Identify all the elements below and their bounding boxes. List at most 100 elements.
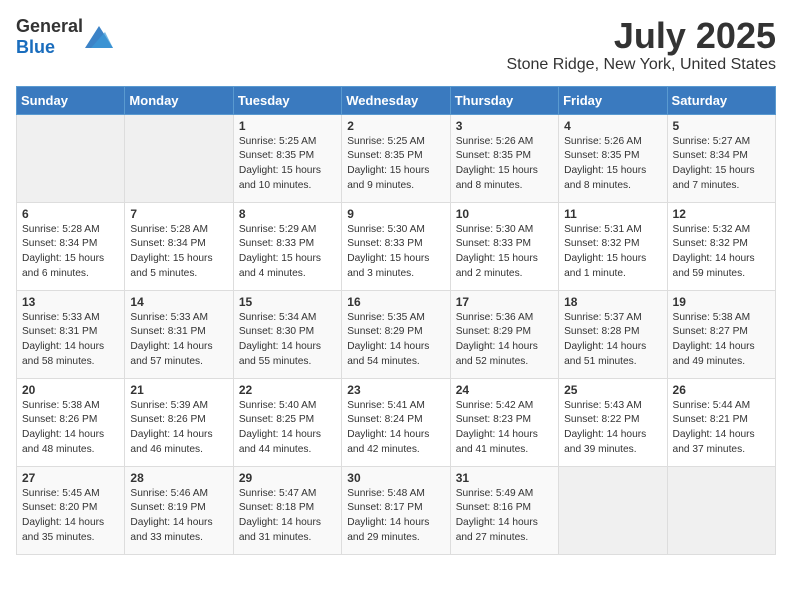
sunset-text: Sunset: 8:23 PM (456, 414, 531, 425)
calendar-cell: 6 Sunrise: 5:28 AM Sunset: 8:34 PM Dayli… (17, 202, 125, 290)
calendar-cell: 4 Sunrise: 5:26 AM Sunset: 8:35 PM Dayli… (559, 114, 667, 202)
calendar-cell (667, 466, 775, 554)
day-info: Sunrise: 5:41 AM Sunset: 8:24 PM Dayligh… (347, 399, 444, 458)
calendar-week-row: 20 Sunrise: 5:38 AM Sunset: 8:26 PM Dayl… (17, 378, 776, 466)
day-number: 16 (347, 295, 444, 309)
daylight-text: Daylight: 14 hours and 31 minutes. (239, 517, 321, 543)
day-number: 27 (22, 471, 119, 485)
sunrise-text: Sunrise: 5:32 AM (673, 224, 751, 235)
calendar-cell: 12 Sunrise: 5:32 AM Sunset: 8:32 PM Dayl… (667, 202, 775, 290)
day-number: 23 (347, 383, 444, 397)
day-info: Sunrise: 5:38 AM Sunset: 8:27 PM Dayligh… (673, 311, 770, 370)
day-number: 10 (456, 207, 553, 221)
sunset-text: Sunset: 8:26 PM (130, 414, 205, 425)
day-number: 21 (130, 383, 227, 397)
daylight-text: Daylight: 14 hours and 48 minutes. (22, 429, 104, 455)
weekday-header: Tuesday (233, 86, 341, 114)
day-info: Sunrise: 5:25 AM Sunset: 8:35 PM Dayligh… (239, 135, 336, 194)
daylight-text: Daylight: 15 hours and 9 minutes. (347, 165, 429, 191)
sunrise-text: Sunrise: 5:40 AM (239, 400, 317, 411)
sunrise-text: Sunrise: 5:25 AM (239, 136, 317, 147)
sunset-text: Sunset: 8:35 PM (564, 150, 639, 161)
title-block: July 2025 Stone Ridge, New York, United … (507, 16, 777, 74)
sunset-text: Sunset: 8:32 PM (564, 238, 639, 249)
logo-blue: Blue (16, 37, 55, 57)
day-number: 30 (347, 471, 444, 485)
day-number: 6 (22, 207, 119, 221)
day-number: 7 (130, 207, 227, 221)
daylight-text: Daylight: 14 hours and 49 minutes. (673, 341, 755, 367)
day-info: Sunrise: 5:44 AM Sunset: 8:21 PM Dayligh… (673, 399, 770, 458)
sunset-text: Sunset: 8:35 PM (239, 150, 314, 161)
daylight-text: Daylight: 14 hours and 46 minutes. (130, 429, 212, 455)
calendar-cell: 7 Sunrise: 5:28 AM Sunset: 8:34 PM Dayli… (125, 202, 233, 290)
calendar-cell (125, 114, 233, 202)
day-number: 5 (673, 119, 770, 133)
day-number: 4 (564, 119, 661, 133)
sunrise-text: Sunrise: 5:26 AM (456, 136, 534, 147)
day-info: Sunrise: 5:27 AM Sunset: 8:34 PM Dayligh… (673, 135, 770, 194)
sunrise-text: Sunrise: 5:39 AM (130, 400, 208, 411)
daylight-text: Daylight: 14 hours and 33 minutes. (130, 517, 212, 543)
calendar-cell: 1 Sunrise: 5:25 AM Sunset: 8:35 PM Dayli… (233, 114, 341, 202)
sunset-text: Sunset: 8:29 PM (347, 326, 422, 337)
weekday-header-row: SundayMondayTuesdayWednesdayThursdayFrid… (17, 86, 776, 114)
day-info: Sunrise: 5:31 AM Sunset: 8:32 PM Dayligh… (564, 223, 661, 282)
sunset-text: Sunset: 8:16 PM (456, 502, 531, 513)
day-info: Sunrise: 5:45 AM Sunset: 8:20 PM Dayligh… (22, 487, 119, 546)
calendar-cell: 8 Sunrise: 5:29 AM Sunset: 8:33 PM Dayli… (233, 202, 341, 290)
sunset-text: Sunset: 8:31 PM (22, 326, 97, 337)
sunrise-text: Sunrise: 5:26 AM (564, 136, 642, 147)
calendar-week-row: 1 Sunrise: 5:25 AM Sunset: 8:35 PM Dayli… (17, 114, 776, 202)
day-number: 13 (22, 295, 119, 309)
daylight-text: Daylight: 14 hours and 42 minutes. (347, 429, 429, 455)
sunrise-text: Sunrise: 5:28 AM (130, 224, 208, 235)
page-header: General Blue July 2025 Stone Ridge, New … (16, 16, 776, 74)
sunset-text: Sunset: 8:30 PM (239, 326, 314, 337)
sunrise-text: Sunrise: 5:35 AM (347, 312, 425, 323)
sunset-text: Sunset: 8:29 PM (456, 326, 531, 337)
calendar-cell: 9 Sunrise: 5:30 AM Sunset: 8:33 PM Dayli… (342, 202, 450, 290)
day-info: Sunrise: 5:30 AM Sunset: 8:33 PM Dayligh… (347, 223, 444, 282)
daylight-text: Daylight: 14 hours and 44 minutes. (239, 429, 321, 455)
day-info: Sunrise: 5:35 AM Sunset: 8:29 PM Dayligh… (347, 311, 444, 370)
day-info: Sunrise: 5:36 AM Sunset: 8:29 PM Dayligh… (456, 311, 553, 370)
sunset-text: Sunset: 8:35 PM (347, 150, 422, 161)
calendar-cell: 11 Sunrise: 5:31 AM Sunset: 8:32 PM Dayl… (559, 202, 667, 290)
daylight-text: Daylight: 14 hours and 37 minutes. (673, 429, 755, 455)
day-number: 25 (564, 383, 661, 397)
sunset-text: Sunset: 8:34 PM (22, 238, 97, 249)
weekday-header: Friday (559, 86, 667, 114)
day-info: Sunrise: 5:33 AM Sunset: 8:31 PM Dayligh… (22, 311, 119, 370)
day-info: Sunrise: 5:26 AM Sunset: 8:35 PM Dayligh… (564, 135, 661, 194)
calendar-cell: 13 Sunrise: 5:33 AM Sunset: 8:31 PM Dayl… (17, 290, 125, 378)
logo-icon (85, 26, 113, 48)
sunset-text: Sunset: 8:17 PM (347, 502, 422, 513)
month-title: July 2025 (507, 16, 777, 56)
sunrise-text: Sunrise: 5:43 AM (564, 400, 642, 411)
day-number: 3 (456, 119, 553, 133)
calendar-cell (17, 114, 125, 202)
daylight-text: Daylight: 15 hours and 8 minutes. (564, 165, 646, 191)
calendar-cell: 5 Sunrise: 5:27 AM Sunset: 8:34 PM Dayli… (667, 114, 775, 202)
day-info: Sunrise: 5:32 AM Sunset: 8:32 PM Dayligh… (673, 223, 770, 282)
day-info: Sunrise: 5:26 AM Sunset: 8:35 PM Dayligh… (456, 135, 553, 194)
calendar-cell: 15 Sunrise: 5:34 AM Sunset: 8:30 PM Dayl… (233, 290, 341, 378)
sunset-text: Sunset: 8:33 PM (456, 238, 531, 249)
day-info: Sunrise: 5:42 AM Sunset: 8:23 PM Dayligh… (456, 399, 553, 458)
calendar-cell: 21 Sunrise: 5:39 AM Sunset: 8:26 PM Dayl… (125, 378, 233, 466)
daylight-text: Daylight: 15 hours and 5 minutes. (130, 253, 212, 279)
sunrise-text: Sunrise: 5:33 AM (22, 312, 100, 323)
sunset-text: Sunset: 8:28 PM (564, 326, 639, 337)
sunrise-text: Sunrise: 5:46 AM (130, 488, 208, 499)
calendar-cell: 18 Sunrise: 5:37 AM Sunset: 8:28 PM Dayl… (559, 290, 667, 378)
day-info: Sunrise: 5:43 AM Sunset: 8:22 PM Dayligh… (564, 399, 661, 458)
calendar-table: SundayMondayTuesdayWednesdayThursdayFrid… (16, 86, 776, 555)
calendar-week-row: 27 Sunrise: 5:45 AM Sunset: 8:20 PM Dayl… (17, 466, 776, 554)
calendar-cell: 2 Sunrise: 5:25 AM Sunset: 8:35 PM Dayli… (342, 114, 450, 202)
calendar-cell: 26 Sunrise: 5:44 AM Sunset: 8:21 PM Dayl… (667, 378, 775, 466)
daylight-text: Daylight: 15 hours and 6 minutes. (22, 253, 104, 279)
daylight-text: Daylight: 14 hours and 51 minutes. (564, 341, 646, 367)
sunset-text: Sunset: 8:27 PM (673, 326, 748, 337)
day-number: 28 (130, 471, 227, 485)
